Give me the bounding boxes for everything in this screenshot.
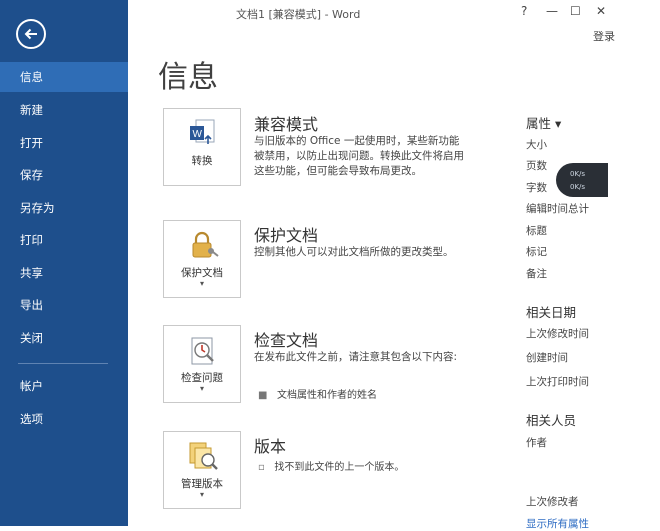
nav-item-options[interactable]: 选项 (0, 404, 128, 434)
inspect-document-description: 在发布此文件之前，请注意其包含以下内容: (254, 351, 458, 363)
sign-in-link[interactable]: 登录 (593, 28, 615, 44)
manage-versions-button[interactable]: 管理版本 ▾ (163, 431, 241, 509)
nav-item-save-as[interactable]: 另存为 (0, 193, 128, 223)
manage-versions-icon (189, 442, 218, 470)
restore-button[interactable]: ☐ (570, 4, 581, 18)
convert-button[interactable]: W 转换 (163, 108, 241, 186)
property-pages: 页数 (526, 160, 547, 172)
backstage-sidebar: 信息 新建 打开 保存 另存为 打印 共享 导出 关闭 帐户 选项 (0, 0, 128, 526)
check-for-issues-button[interactable]: 检查问题 ▾ (163, 325, 241, 403)
nav-item-share[interactable]: 共享 (0, 258, 128, 288)
minimize-button[interactable]: — (546, 4, 558, 18)
nav-divider (18, 363, 108, 364)
svg-text:W: W (193, 129, 203, 140)
compat-mode-description: 与旧版本的 Office 一起使用时，某些新功能被禁用，以防止出现问题。转换此文… (254, 135, 464, 177)
date-last-modified: 上次修改时间 (526, 328, 589, 340)
lock-key-icon (192, 231, 219, 258)
properties-dropdown[interactable]: 属性 ▾ (526, 113, 561, 132)
back-arrow-icon (24, 28, 37, 40)
nav-item-account[interactable]: 帐户 (0, 371, 128, 401)
date-last-printed: 上次打印时间 (526, 376, 589, 388)
date-created: 创建时间 (526, 352, 568, 364)
versions-title: 版本 (254, 437, 287, 456)
protect-document-title: 保护文档 (254, 226, 319, 245)
inspect-bullet-item: ■ 文档属性和作者的姓名 (258, 386, 377, 401)
property-comments: 备注 (526, 268, 547, 280)
property-editing-time: 编辑时间总计 (526, 203, 589, 215)
page-title: 信息 (158, 60, 218, 95)
nav-item-print[interactable]: 打印 (0, 225, 128, 255)
window-title: 文档1 [兼容模式] - Word (236, 8, 361, 21)
protect-document-button[interactable]: 保护文档 ▾ (163, 220, 241, 298)
chevron-down-icon: ▾ (199, 279, 204, 288)
related-people-header: 相关人员 (526, 413, 577, 428)
property-words: 字数 (526, 182, 547, 194)
protect-document-description: 控制其他人可以对此文档所做的更改类型。 (254, 246, 454, 258)
title-bar: 文档1 [兼容模式] - Word ? — ☐ ✕ (128, 0, 660, 26)
versions-bullet-item: ▫ 找不到此文件的上一个版本。 (258, 458, 404, 473)
info-pane: 文档1 [兼容模式] - Word ? — ☐ ✕ 登录 信息 W 转换 兼容模… (128, 0, 660, 530)
chevron-down-icon: ▾ (199, 384, 204, 393)
nav-item-new[interactable]: 新建 (0, 95, 128, 125)
close-button[interactable]: ✕ (596, 4, 606, 18)
convert-button-label: 转换 (191, 155, 213, 167)
download-speed: 0K/s (570, 183, 586, 191)
property-size: 大小 (526, 139, 547, 151)
nav-item-close[interactable]: 关闭 (0, 323, 128, 353)
word-convert-icon: W (190, 119, 215, 144)
bullet-square-icon: ■ (258, 390, 268, 401)
help-button[interactable]: ? (521, 4, 527, 18)
nav-item-save[interactable]: 保存 (0, 160, 128, 190)
compat-mode-title: 兼容模式 (254, 115, 319, 134)
last-modified-by: 上次修改者 (526, 496, 579, 508)
document-small-icon: ▫ (258, 462, 265, 473)
protect-document-button-label: 保护文档 (181, 267, 223, 279)
related-dates-header: 相关日期 (526, 305, 577, 320)
inspect-bullet-text: 文档属性和作者的姓名 (277, 390, 377, 401)
network-speed-widget[interactable]: 0K/s 0K/s (556, 163, 608, 197)
inspect-document-icon (191, 337, 214, 365)
nav-item-info[interactable]: 信息 (0, 62, 128, 92)
property-title: 标题 (526, 225, 547, 237)
check-for-issues-button-label: 检查问题 (181, 372, 223, 384)
upload-speed: 0K/s (570, 170, 586, 178)
people-author: 作者 (526, 437, 547, 449)
property-tags: 标记 (526, 246, 547, 258)
back-button[interactable] (16, 19, 46, 49)
chevron-down-icon: ▾ (199, 490, 204, 499)
manage-versions-button-label: 管理版本 (181, 478, 223, 490)
inspect-document-title: 检查文档 (254, 331, 319, 350)
versions-bullet-text: 找不到此文件的上一个版本。 (274, 462, 405, 473)
show-all-properties-link[interactable]: 显示所有属性 (526, 516, 589, 531)
nav-item-open[interactable]: 打开 (0, 128, 128, 158)
nav-item-export[interactable]: 导出 (0, 290, 128, 320)
